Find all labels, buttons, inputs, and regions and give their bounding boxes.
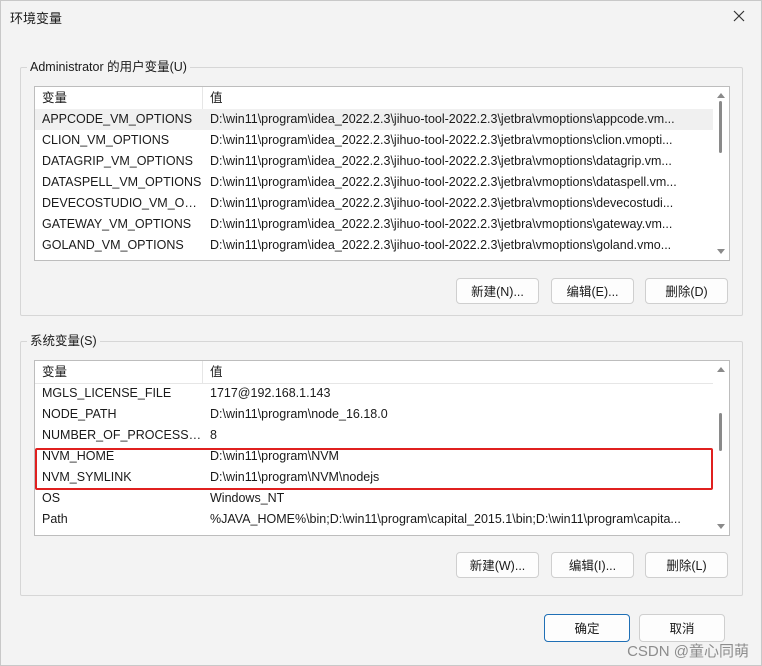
system-delete-button[interactable]: 删除(L) [645, 552, 728, 578]
vertical-scrollbar[interactable] [713, 87, 729, 260]
scroll-up-arrow-icon[interactable] [717, 93, 725, 98]
variable-value: 8 [210, 428, 217, 442]
environment-variables-dialog: 环境变量 Administrator 的用户变量(U) 变量 值 APPCODE… [0, 0, 762, 666]
system-new-button[interactable]: 新建(W)... [456, 552, 539, 578]
column-header-value[interactable]: 值 [203, 87, 710, 109]
variable-name: APPCODE_VM_OPTIONS [42, 112, 193, 126]
user-variables-rows: APPCODE_VM_OPTIONS D:\win11\program\idea… [35, 109, 713, 256]
variable-name: MGLS_LICENSE_FILE [42, 386, 172, 400]
variable-value: D:\win11\program\idea_2022.2.3\jihuo-too… [210, 238, 672, 252]
column-header-name[interactable]: 变量 [35, 361, 203, 383]
vertical-scrollbar[interactable] [713, 361, 729, 535]
variable-name: GOLAND_VM_OPTIONS [42, 238, 184, 252]
table-row[interactable]: Path %JAVA_HOME%\bin;D:\win11\program\ca… [35, 509, 713, 530]
variable-name: Path [42, 512, 68, 526]
title-bar: 环境变量 [1, 1, 761, 33]
cancel-button[interactable]: 取消 [639, 614, 725, 642]
system-variables-label: 系统变量(S) [27, 333, 100, 349]
user-new-button[interactable]: 新建(N)... [456, 278, 539, 304]
table-row[interactable]: OS Windows_NT [35, 488, 713, 509]
table-row[interactable]: DATASPELL_VM_OPTIONS D:\win11\program\id… [35, 172, 713, 193]
variable-name: GATEWAY_VM_OPTIONS [42, 217, 192, 231]
table-row[interactable]: MGLS_LICENSE_FILE 1717@192.168.1.143 [35, 383, 713, 404]
table-row[interactable]: DATAGRIP_VM_OPTIONS D:\win11\program\ide… [35, 151, 713, 172]
list-header: 变量 值 [35, 361, 713, 384]
table-row[interactable]: APPCODE_VM_OPTIONS D:\win11\program\idea… [35, 109, 713, 130]
watermark: CSDN @童心同萌 [627, 643, 749, 660]
variable-name: CLION_VM_OPTIONS [42, 133, 170, 147]
ok-button[interactable]: 确定 [544, 614, 630, 642]
table-row[interactable]: GOLAND_VM_OPTIONS D:\win11\program\idea_… [35, 235, 713, 256]
variable-value: D:\win11\program\idea_2022.2.3\jihuo-too… [210, 217, 673, 231]
variable-value: D:\win11\program\idea_2022.2.3\jihuo-too… [210, 196, 674, 210]
scroll-thumb[interactable] [719, 101, 722, 153]
scroll-down-arrow-icon[interactable] [717, 524, 725, 529]
variable-value: Windows_NT [210, 491, 285, 505]
system-edit-button[interactable]: 编辑(I)... [551, 552, 634, 578]
user-delete-button[interactable]: 删除(D) [645, 278, 728, 304]
user-variables-label: Administrator 的用户变量(U) [27, 59, 190, 75]
table-row[interactable]: NODE_PATH D:\win11\program\node_16.18.0 [35, 404, 713, 425]
user-edit-button[interactable]: 编辑(E)... [551, 278, 634, 304]
variable-name: NODE_PATH [42, 407, 117, 421]
variable-value: D:\win11\program\idea_2022.2.3\jihuo-too… [210, 112, 675, 126]
variable-name: DATASPELL_VM_OPTIONS [42, 175, 202, 189]
variable-value: D:\win11\program\idea_2022.2.3\jihuo-too… [210, 175, 677, 189]
scroll-up-arrow-icon[interactable] [717, 367, 725, 372]
variable-value: 1717@192.168.1.143 [210, 386, 331, 400]
variable-value: D:\win11\program\idea_2022.2.3\jihuo-too… [210, 133, 673, 147]
list-header: 变量 值 [35, 87, 713, 110]
table-row[interactable]: DEVECOSTUDIO_VM_OPT... D:\win11\program\… [35, 193, 713, 214]
variable-name: DATAGRIP_VM_OPTIONS [42, 154, 193, 168]
variable-name: OS [42, 491, 61, 505]
red-highlight-box [35, 448, 713, 490]
variable-value: %JAVA_HOME%\bin;D:\win11\program\capital… [210, 512, 681, 526]
scroll-thumb[interactable] [719, 413, 722, 451]
close-icon [733, 10, 745, 22]
column-header-name[interactable]: 变量 [35, 87, 203, 109]
user-variables-list[interactable]: 变量 值 APPCODE_VM_OPTIONS D:\win11\program… [34, 86, 730, 261]
window-title: 环境变量 [10, 11, 63, 26]
table-row[interactable]: NUMBER_OF_PROCESSORS 8 [35, 425, 713, 446]
variable-name: NUMBER_OF_PROCESSORS [42, 428, 202, 442]
table-row[interactable]: CLION_VM_OPTIONS D:\win11\program\idea_2… [35, 130, 713, 151]
variable-value: D:\win11\program\node_16.18.0 [210, 407, 388, 421]
table-row[interactable]: GATEWAY_VM_OPTIONS D:\win11\program\idea… [35, 214, 713, 235]
close-button[interactable] [719, 1, 759, 31]
variable-value: D:\win11\program\idea_2022.2.3\jihuo-too… [210, 154, 672, 168]
column-header-value[interactable]: 值 [203, 361, 710, 383]
scroll-down-arrow-icon[interactable] [717, 249, 725, 254]
user-variables-group: Administrator 的用户变量(U) 变量 值 APPCODE_VM_O… [20, 59, 743, 316]
variable-name: DEVECOSTUDIO_VM_OPT... [42, 196, 202, 210]
